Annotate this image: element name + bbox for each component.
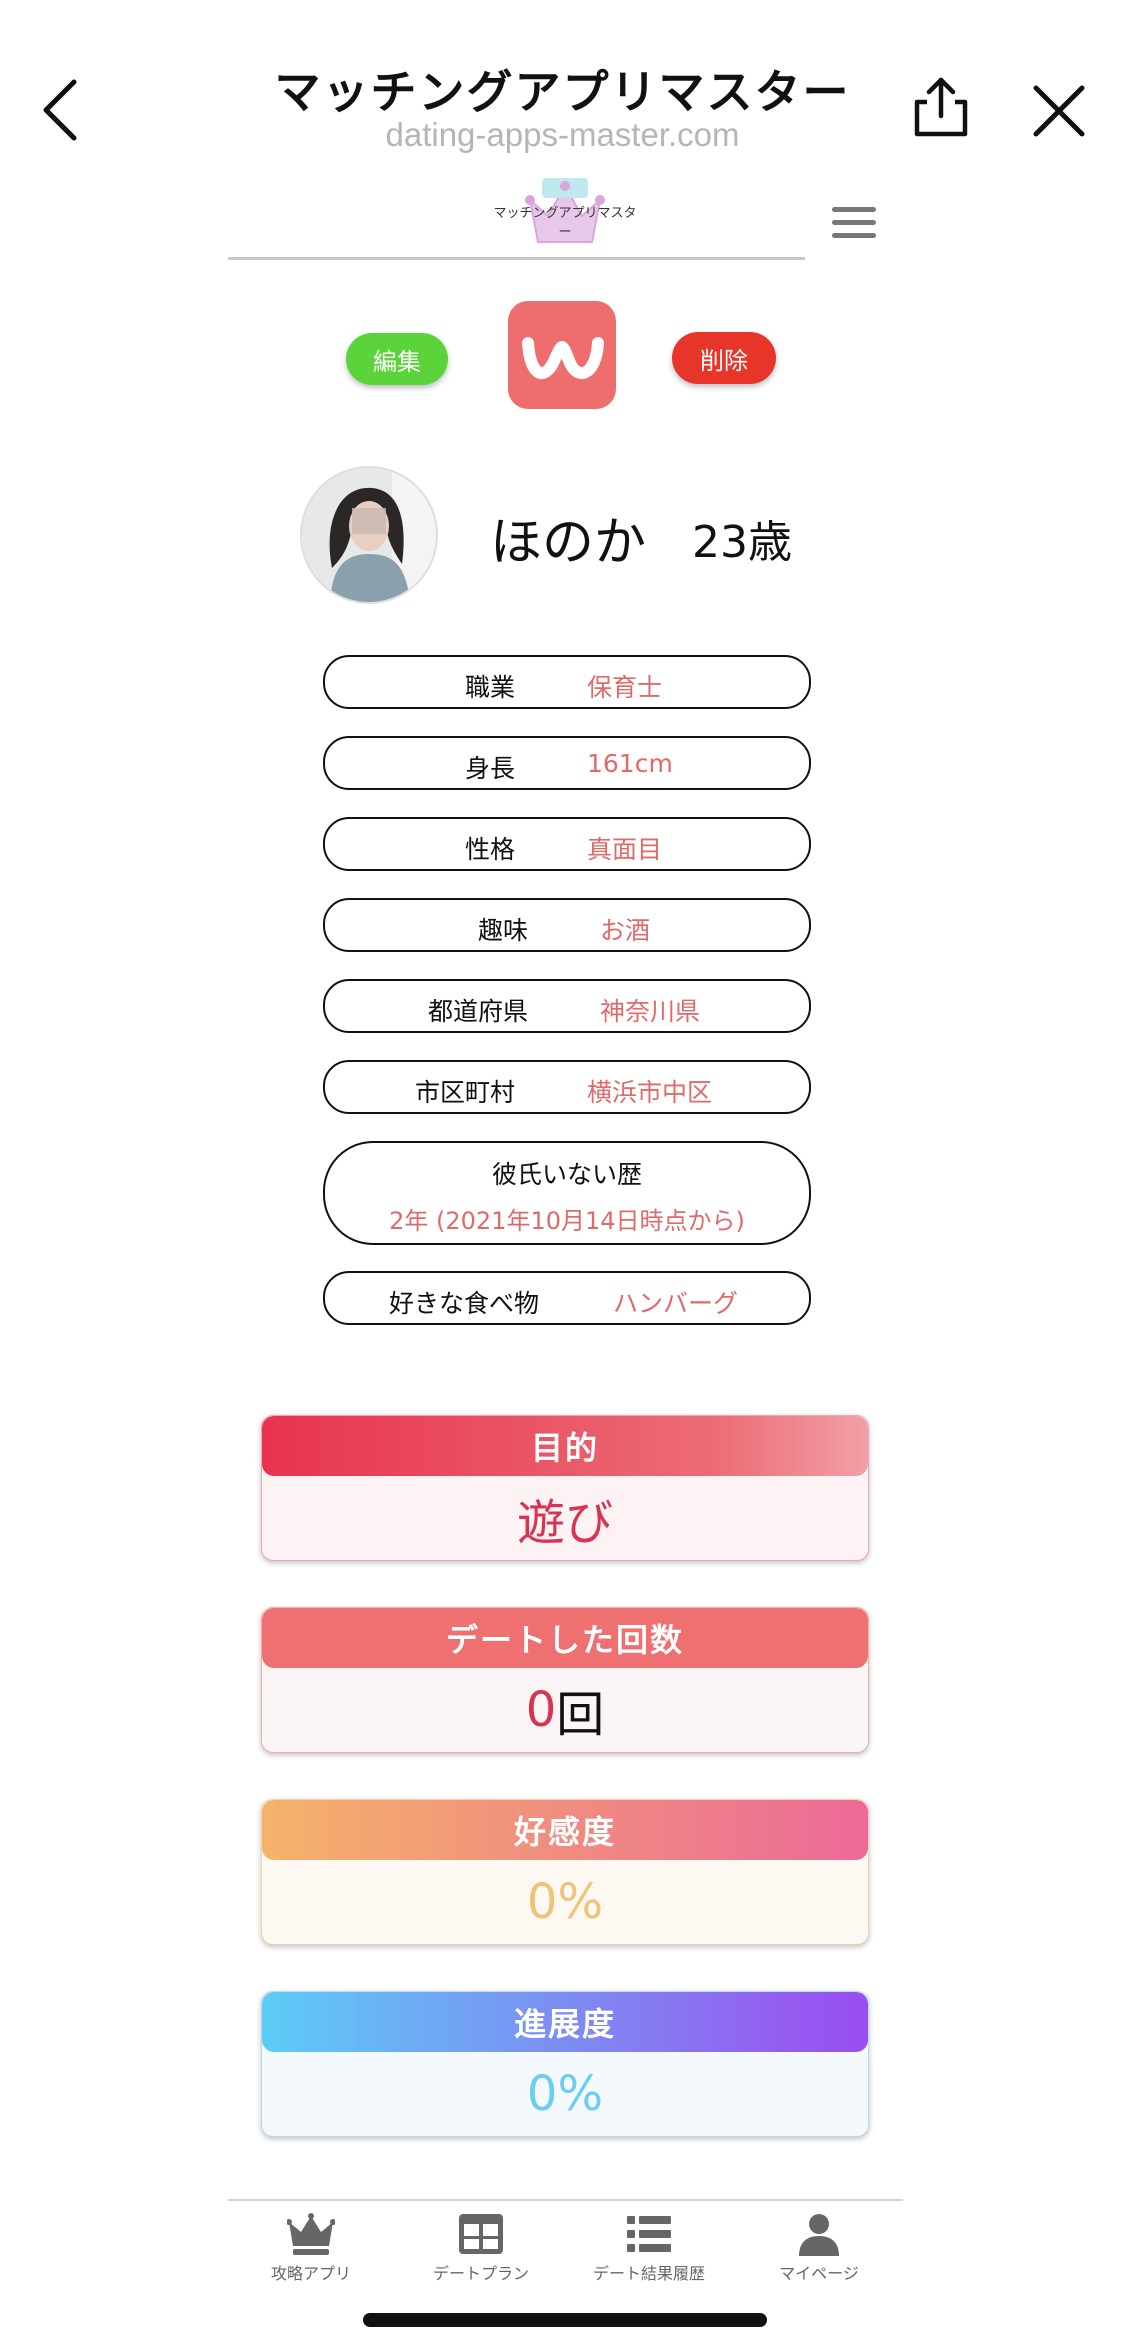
tab-strategy-apps[interactable]: 攻略アプリ: [227, 2212, 395, 2292]
profile-name: ほのか: [490, 513, 647, 573]
hamburger-icon: [832, 207, 876, 238]
list-icon: [627, 2216, 671, 2252]
crown-icon: [287, 2213, 335, 2255]
date-count-value: 0: [525, 1682, 557, 1738]
tab-label: デート結果履歴: [592, 2264, 705, 2283]
info-row-city: 市区町村 横浜市中区: [323, 1060, 811, 1114]
date-count-unit: 回: [556, 1687, 605, 1743]
tab-date-history[interactable]: デート結果履歴: [565, 2212, 733, 2292]
tab-date-plan[interactable]: デートプラン: [397, 2212, 565, 2292]
info-value: 保育士: [587, 673, 663, 702]
date-count-card: デートした回数 0回: [261, 1607, 869, 1753]
info-value: 横浜市中区: [587, 1078, 713, 1107]
affinity-card-value: 0%: [526, 1874, 604, 1930]
share-icon: [914, 77, 968, 137]
info-row-prefecture: 都道府県 神奈川県: [323, 979, 811, 1033]
site-logo[interactable]: マッチングアプリマスター: [490, 172, 640, 250]
tab-label: 攻略アプリ: [270, 2264, 351, 2283]
close-icon: [1033, 85, 1085, 137]
tab-my-page[interactable]: マイページ: [735, 2212, 903, 2292]
info-value: 真面目: [587, 835, 663, 864]
delete-button[interactable]: 削除: [672, 332, 776, 384]
header-divider: [228, 257, 805, 260]
info-row-height: 身長 161cm: [323, 736, 811, 790]
w-logo-icon: [522, 337, 604, 379]
edit-button[interactable]: 編集: [346, 333, 448, 385]
progress-card: 進展度 0%: [261, 1991, 869, 2137]
logo-text: マッチングアプリマスター: [493, 206, 637, 240]
info-row-hobby: 趣味 お酒: [323, 898, 811, 952]
info-value: 161cm: [587, 749, 673, 778]
person-icon: [799, 2214, 839, 2256]
info-label: 市区町村: [414, 1078, 515, 1107]
menu-button[interactable]: [832, 207, 876, 241]
purpose-card: 目的 遊び: [261, 1415, 869, 1561]
progress-card-title: 進展度: [262, 1992, 868, 2052]
info-label: 職業: [464, 673, 515, 702]
info-label: 彼氏いない歴: [491, 1160, 642, 1189]
tab-label: マイページ: [779, 2264, 859, 2283]
info-row-favorite-food: 好きな食べ物 ハンバーグ: [323, 1271, 811, 1325]
affinity-card-title: 好感度: [262, 1800, 868, 1860]
info-label: 都道府県: [427, 997, 528, 1026]
grid-icon: [459, 2214, 503, 2254]
progress-card-value: 0%: [526, 2066, 604, 2122]
date-count-card-title: デートした回数: [262, 1608, 868, 1668]
info-row-personality: 性格 真面目: [323, 817, 811, 871]
info-value: ハンバーグ: [613, 1289, 739, 1318]
tabbar-divider: [228, 2199, 903, 2201]
close-button[interactable]: [1030, 82, 1088, 140]
avatar: [300, 466, 438, 604]
app-icon: [508, 301, 616, 409]
tab-label: デートプラン: [432, 2264, 529, 2283]
share-button[interactable]: [905, 72, 977, 144]
info-value: 神奈川県: [600, 997, 701, 1026]
info-label: 性格: [464, 835, 515, 864]
info-value: お酒: [600, 916, 651, 945]
info-label: 好きな食べ物: [388, 1289, 539, 1318]
home-indicator: [363, 2313, 767, 2327]
affinity-card: 好感度 0%: [261, 1799, 869, 1945]
info-row-single-period: 彼氏いない歴 2年 (2021年10月14日時点から): [323, 1141, 811, 1245]
purpose-card-value: 遊び: [516, 1495, 613, 1551]
info-label: 身長: [464, 754, 515, 783]
info-row-occupation: 職業 保育士: [323, 655, 811, 709]
info-value: 2年 (2021年10月14日時点から): [389, 1207, 745, 1235]
purpose-card-title: 目的: [262, 1416, 868, 1476]
info-label: 趣味: [477, 916, 528, 945]
date-count-card-body: 0回: [262, 1668, 868, 1752]
profile-age: 23歳: [692, 517, 792, 568]
